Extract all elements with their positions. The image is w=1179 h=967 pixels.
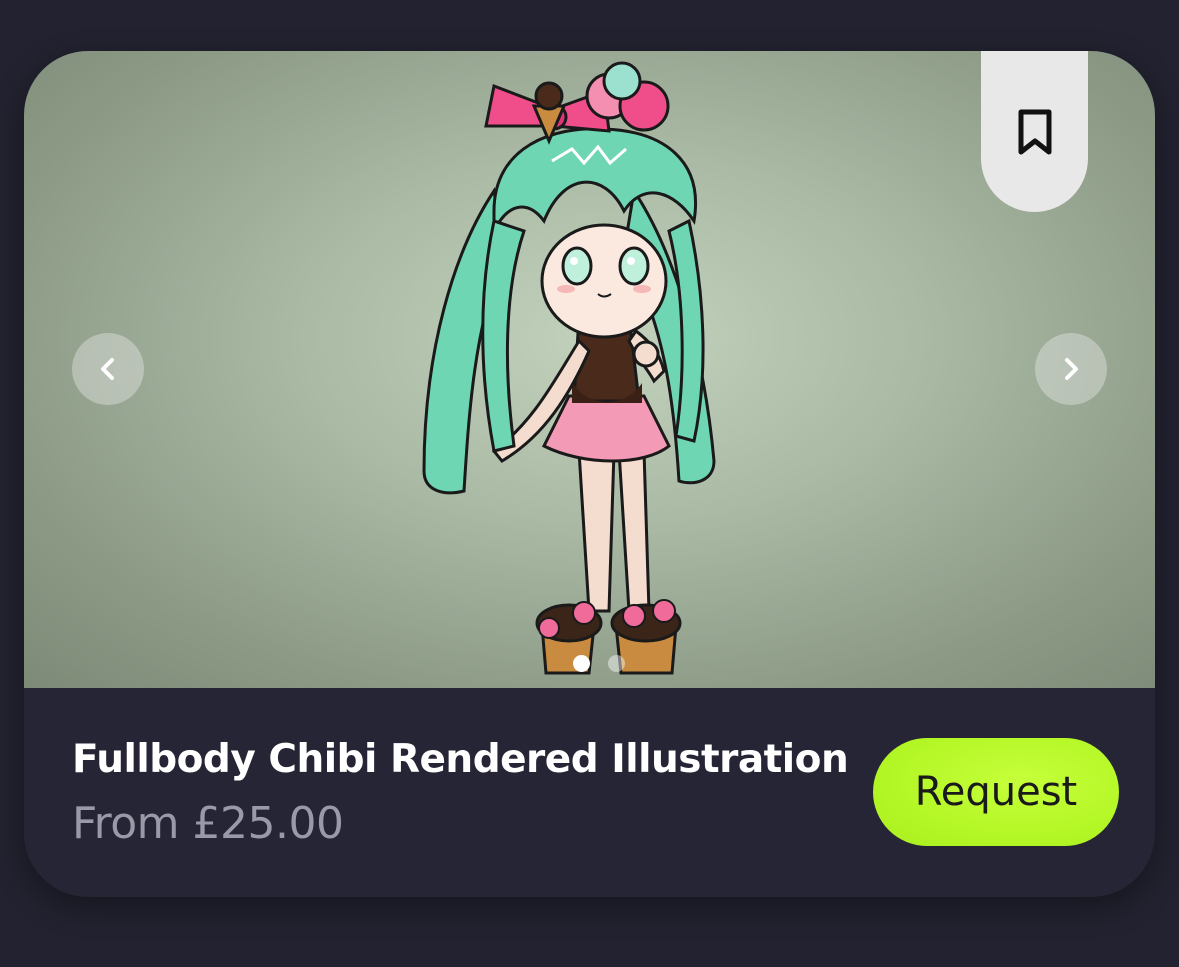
chevron-right-icon: [1065, 358, 1078, 380]
listing-card[interactable]: Fullbody Chibi Rendered Illustration Fro…: [24, 51, 1155, 897]
carousel-prev-button[interactable]: [72, 333, 144, 405]
carousel-indicators: [573, 655, 625, 672]
listing-info: Fullbody Chibi Rendered Illustration Fro…: [24, 688, 1155, 897]
carousel-dot-2[interactable]: [608, 655, 625, 672]
listing-price: From £25.00: [72, 798, 344, 849]
chevron-left-icon: [101, 358, 114, 380]
image-carousel[interactable]: [24, 51, 1155, 688]
carousel-next-button[interactable]: [1035, 333, 1107, 405]
page: Fullbody Chibi Rendered Illustration Fro…: [0, 0, 1179, 967]
bookmark-button[interactable]: [981, 51, 1088, 212]
carousel-dot-1[interactable]: [573, 655, 590, 672]
listing-title: Fullbody Chibi Rendered Illustration: [72, 737, 849, 782]
request-button[interactable]: Request: [873, 738, 1119, 846]
bookmark-icon: [1018, 109, 1051, 154]
